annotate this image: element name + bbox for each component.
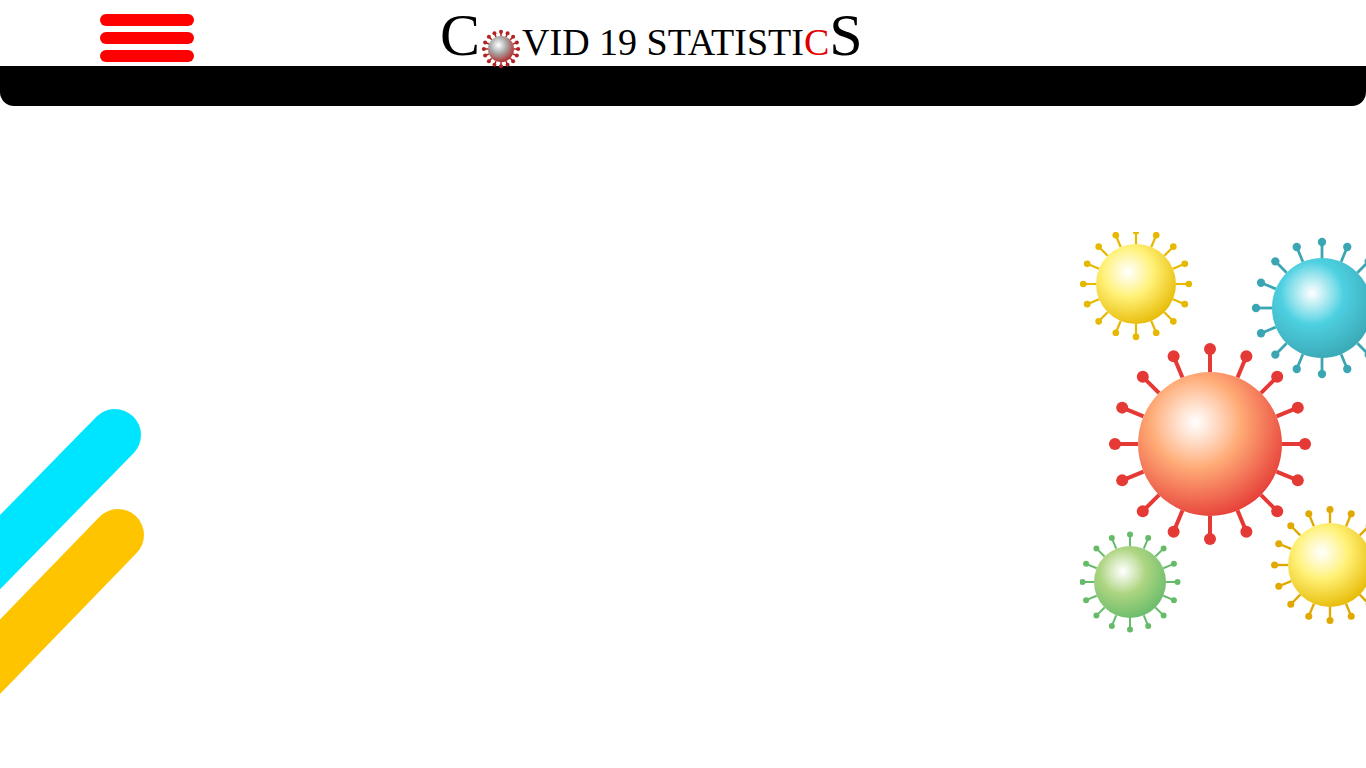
menu-bar [100, 50, 194, 62]
logo: CVID 19 STATISTICS [440, 1, 863, 65]
yellow-virus-icon [1080, 232, 1192, 340]
logo-text: C [440, 5, 480, 65]
viruses-illustration [1080, 232, 1366, 642]
logo-virus-icon [482, 30, 520, 68]
nav-bar [0, 66, 1366, 106]
yellow-virus-icon [1271, 506, 1366, 624]
content [0, 106, 1366, 768]
green-virus-icon [1080, 531, 1181, 632]
header: CVID 19 STATISTICS [0, 0, 1366, 66]
cyan-virus-icon [1252, 238, 1366, 378]
red-virus-icon [1109, 343, 1311, 545]
logo-text: VID 19 STATISTI [522, 23, 804, 61]
menu-bar [100, 14, 194, 26]
page: CVID 19 STATISTICS [0, 0, 1366, 768]
logo-text: S [829, 5, 862, 65]
logo-text: C [804, 23, 829, 61]
menu-button[interactable] [100, 14, 194, 62]
menu-bar [100, 32, 194, 44]
logo-virus-icon [481, 29, 521, 69]
yellow-stripe [0, 535, 118, 698]
stripes-decoration [0, 408, 150, 708]
virus-icon [481, 29, 521, 69]
